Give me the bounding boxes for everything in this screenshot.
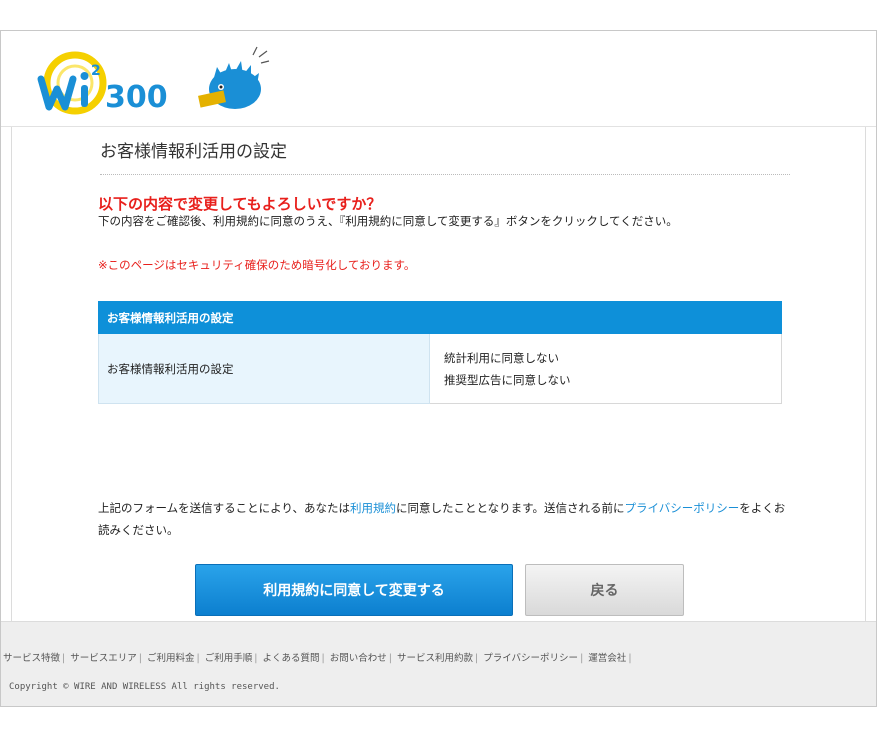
footer-separator: | xyxy=(196,653,200,664)
footer-separator: | xyxy=(138,653,142,664)
main-content: お客様情報利活用の設定 以下の内容で変更してもよろしいですか？ 下の内容をご確認… xyxy=(11,127,866,621)
footer-separator: | xyxy=(475,653,479,664)
footer-link-company[interactable]: 運営会社 xyxy=(588,653,626,664)
table-row-value: 統計利用に同意しない 推奨型広告に同意しない xyxy=(429,333,782,404)
footer-link-contact[interactable]: お問い合わせ xyxy=(330,653,387,664)
footer-link-terms[interactable]: サービス利用約款 xyxy=(397,653,473,664)
terms-text-part1: 上記のフォームを送信することにより、あなたは xyxy=(98,501,350,515)
settings-table: お客様情報利活用の設定 お客様情報利活用の設定 統計利用に同意しない 推奨型広告… xyxy=(98,301,782,404)
footer-separator: | xyxy=(62,653,66,664)
footer-link-area[interactable]: サービスエリア xyxy=(70,653,137,664)
footer-separator: | xyxy=(628,653,632,664)
hedgehog-mascot-icon xyxy=(198,46,270,109)
table-header-row: お客様情報利活用の設定 xyxy=(98,301,782,334)
footer-separator: | xyxy=(254,653,258,664)
terms-text-part2: に同意したこととなります。送信される前に xyxy=(395,501,625,515)
privacy-policy-link[interactable]: プライバシーポリシー xyxy=(624,501,739,515)
footer-separator: | xyxy=(388,653,392,664)
table-row-label: お客様情報利活用の設定 xyxy=(98,333,430,404)
footer-link-privacy[interactable]: プライバシーポリシー xyxy=(483,653,578,664)
table-row: お客様情報利活用の設定 統計利用に同意しない 推奨型広告に同意しない xyxy=(98,333,782,404)
agree-and-change-button[interactable]: 利用規約に同意して変更する xyxy=(195,564,513,616)
confirm-heading: 以下の内容で変更してもよろしいですか？ xyxy=(98,195,382,213)
site-footer: サービス特徴 | サービスエリア | ご利用料金 | ご利用手順 | よくある質問 | お… xyxy=(1,621,876,706)
footer-link-features[interactable]: サービス特徴 xyxy=(3,653,60,664)
ad-consent-value: 推奨型広告に同意しない xyxy=(444,372,571,387)
page-frame: 2 300 お客様情報利活用の設定 以下の内容で変更してもよろしいですか？ 下の… xyxy=(0,30,877,707)
instruction-text: 下の内容をご確認後、利用規約に同意のうえ、『利用規約に同意して変更する』ボタンを… xyxy=(98,214,678,228)
terms-notice: 上記のフォームを送信することにより、あなたは利用規約に同意したこととなります。送… xyxy=(98,497,788,541)
security-note: ※このページはセキュリティ確保のため暗号化しております。 xyxy=(98,258,416,272)
terms-link[interactable]: 利用規約 xyxy=(350,501,396,515)
logo-superscript-2: 2 xyxy=(91,63,101,79)
wi2-300-logo[interactable]: 2 300 xyxy=(35,45,275,117)
table-header: お客様情報利活用の設定 xyxy=(98,301,782,334)
back-button[interactable]: 戻る xyxy=(525,564,684,616)
logo-letter-i xyxy=(81,85,88,107)
page-title: お客様情報利活用の設定 xyxy=(100,137,790,175)
footer-link-pricing[interactable]: ご利用料金 xyxy=(147,653,195,664)
footer-link-howto[interactable]: ご利用手順 xyxy=(205,653,253,664)
footer-separator: | xyxy=(321,653,325,664)
copyright-text: Copyright © WIRE AND WIRELESS All rights… xyxy=(9,682,280,692)
statistics-consent-value: 統計利用に同意しない xyxy=(444,350,559,365)
footer-link-faq[interactable]: よくある質問 xyxy=(263,653,320,664)
footer-separator: | xyxy=(580,653,584,664)
site-header: 2 300 xyxy=(1,31,876,127)
logo-number-300: 300 xyxy=(105,80,168,115)
logo-dot-i xyxy=(80,72,89,80)
footer-nav: サービス特徴 | サービスエリア | ご利用料金 | ご利用手順 | よくある質問 | お… xyxy=(3,650,634,664)
